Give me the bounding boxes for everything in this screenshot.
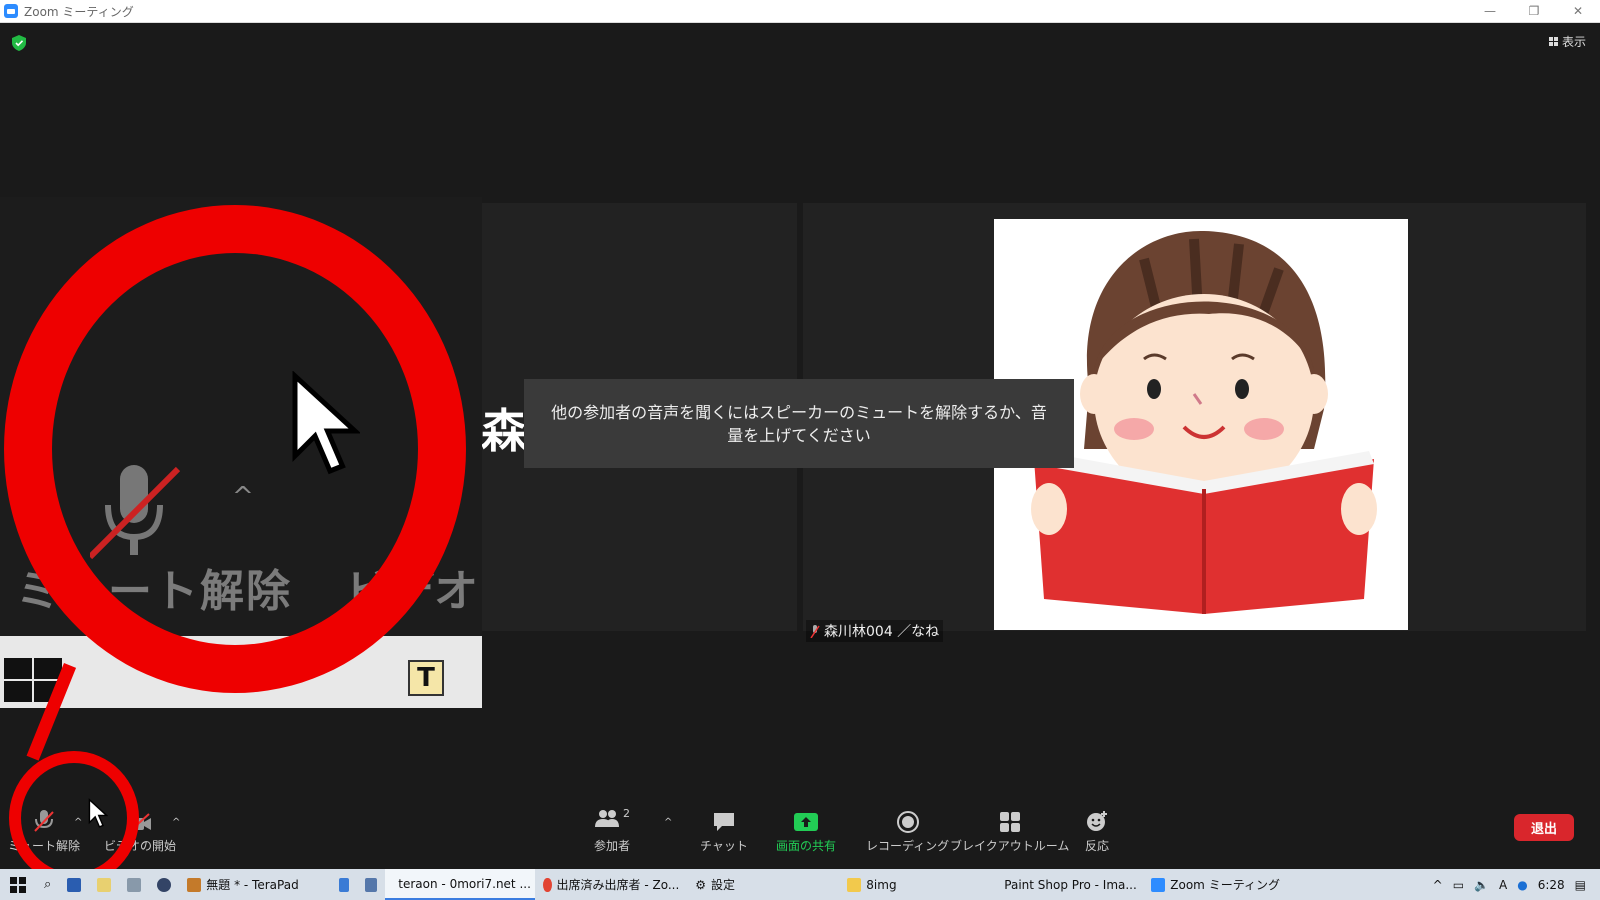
clock[interactable]: 6:28 [1538, 878, 1565, 892]
mouse-cursor-icon [88, 798, 108, 828]
participants-icon [595, 810, 619, 827]
taskbar-item-label: 8img [866, 877, 897, 892]
windows-start-icon [10, 876, 26, 893]
chat-button[interactable]: チャット [700, 803, 748, 854]
app-icon [97, 877, 112, 892]
taskbar-item-label: 無題 * - TeraPad [206, 878, 299, 892]
participant-name-tag: 森川林004 ／なね [806, 620, 944, 642]
breakout-rooms-icon [999, 812, 1020, 832]
app-icon [157, 877, 172, 892]
taskbar-item-chrome[interactable]: 出席済み出席者 - Zo... [535, 869, 687, 900]
zoom-icon [1151, 877, 1166, 892]
chat-label: チャット [700, 839, 748, 853]
magnified-terapad-icon: T [408, 660, 444, 696]
participants-caret-icon[interactable]: ^ [664, 817, 672, 828]
taskbar-item-paintshop[interactable]: Paint Shop Pro - Ima... [991, 869, 1143, 900]
taskbar-item-label: Paint Shop Pro - Ima... [1004, 877, 1137, 892]
pinned-app-2[interactable] [89, 869, 119, 900]
taskbar-item-label: 設定 [711, 878, 736, 892]
grid-icon [1548, 37, 1558, 46]
zoom-app-icon [4, 4, 18, 18]
pinned-app-3[interactable] [119, 869, 149, 900]
ie-icon [339, 877, 350, 892]
record-icon [896, 811, 919, 833]
app-icon [67, 877, 82, 892]
taskbar-item-label: Zoom ミーティング [1170, 878, 1280, 892]
participant-name: 森川林004 ／なね [824, 624, 940, 640]
start-button[interactable] [0, 869, 36, 900]
taskbar-item-settings[interactable]: ⚙ 設定 [687, 869, 839, 900]
window-title: Zoom ミーティング [24, 4, 134, 19]
toast-text: 他の参加者の音声を聞くにはスピーカーのミュートを解除するか、音量を上げてください [551, 402, 1047, 445]
share-screen-label: 画面の共有 [776, 839, 837, 853]
system-tray: ^ ▭ 🔈 A ● 6:28 ▤ [1433, 869, 1600, 900]
encryption-shield-icon[interactable] [12, 35, 26, 51]
breakout-rooms-button[interactable]: ブレイクアウトルーム [950, 803, 1069, 854]
restore-button[interactable]: ❐ [1512, 0, 1556, 22]
chrome-icon [543, 877, 552, 892]
taskbar-item-label: 出席済み出席者 - Zo... [556, 878, 680, 892]
participants-count: 2 [623, 807, 630, 820]
audio-notification-toast: 他の参加者の音声を聞くにはスピーカーのミュートを解除するか、音量を上げてください [524, 379, 1074, 468]
share-screen-button[interactable]: 画面の共有 [776, 803, 836, 854]
ime-icon[interactable]: A [1499, 878, 1507, 892]
pinned-app-5[interactable] [357, 869, 385, 900]
gear-icon: ⚙ [695, 877, 707, 892]
muted-mic-icon [810, 624, 820, 638]
participants-label: 参加者 [594, 839, 631, 853]
cloud-icon[interactable]: ● [1517, 878, 1527, 892]
reactions-icon [1087, 811, 1107, 831]
search-icon: ⌕ [44, 877, 52, 892]
reactions-button[interactable]: 反応 [1085, 803, 1109, 854]
view-label: 表示 [1561, 35, 1586, 49]
network-icon[interactable]: ▭ [1453, 878, 1464, 892]
recording-label: レコーディング [866, 839, 950, 853]
chevron-up-icon[interactable]: ^ [1433, 878, 1443, 892]
window-titlebar: Zoom ミーティング — ❐ ✕ [0, 0, 1600, 23]
close-button[interactable]: ✕ [1556, 0, 1600, 22]
volume-icon[interactable]: 🔈 [1474, 878, 1489, 892]
folder-icon [847, 877, 862, 892]
pinned-app-ie[interactable] [331, 869, 357, 900]
participants-button[interactable]: 2 参加者 [594, 803, 630, 854]
chat-icon [713, 813, 734, 831]
view-button[interactable]: 表示 [1548, 33, 1586, 50]
notifications-icon[interactable]: ▤ [1575, 878, 1586, 892]
terapad-icon [187, 877, 202, 892]
windows-taskbar: ⌕ 無題 * - TeraPad teraon - 0mori7.net ...… [0, 869, 1600, 900]
highlight-circle-small [9, 751, 139, 885]
taskbar-item-zoom[interactable]: Zoom ミーティング [1143, 869, 1295, 900]
window-controls: — ❐ ✕ [1468, 0, 1600, 22]
taskbar-item-terapad[interactable]: 無題 * - TeraPad [179, 869, 331, 900]
app-icon [365, 877, 378, 892]
taskbar-item-label: teraon - 0mori7.net ... [398, 876, 531, 891]
breakout-rooms-label: ブレイクアウトルーム [950, 839, 1070, 853]
reactions-label: 反応 [1085, 839, 1110, 853]
search-taskbar-button[interactable]: ⌕ [36, 869, 59, 900]
recording-button[interactable]: レコーディング [866, 803, 949, 854]
share-screen-icon [794, 813, 818, 831]
taskbar-item-teraon[interactable]: teraon - 0mori7.net ... [385, 869, 536, 900]
video-options-caret-icon[interactable]: ^ [172, 817, 180, 828]
pinned-app-4[interactable] [149, 869, 179, 900]
taskbar-item-8img[interactable]: 8img [839, 869, 991, 900]
highlight-circle-large [4, 205, 466, 693]
leave-meeting-button[interactable]: 退出 [1514, 814, 1574, 841]
app-icon [127, 877, 142, 892]
pinned-app-1[interactable] [59, 869, 89, 900]
meeting-toolbar: ミュート解除 ^ ビデオの開始 ^ 2 参加者 ^ チャット 画面の共有 レコー… [0, 803, 1600, 869]
minimize-button[interactable]: — [1468, 0, 1512, 22]
